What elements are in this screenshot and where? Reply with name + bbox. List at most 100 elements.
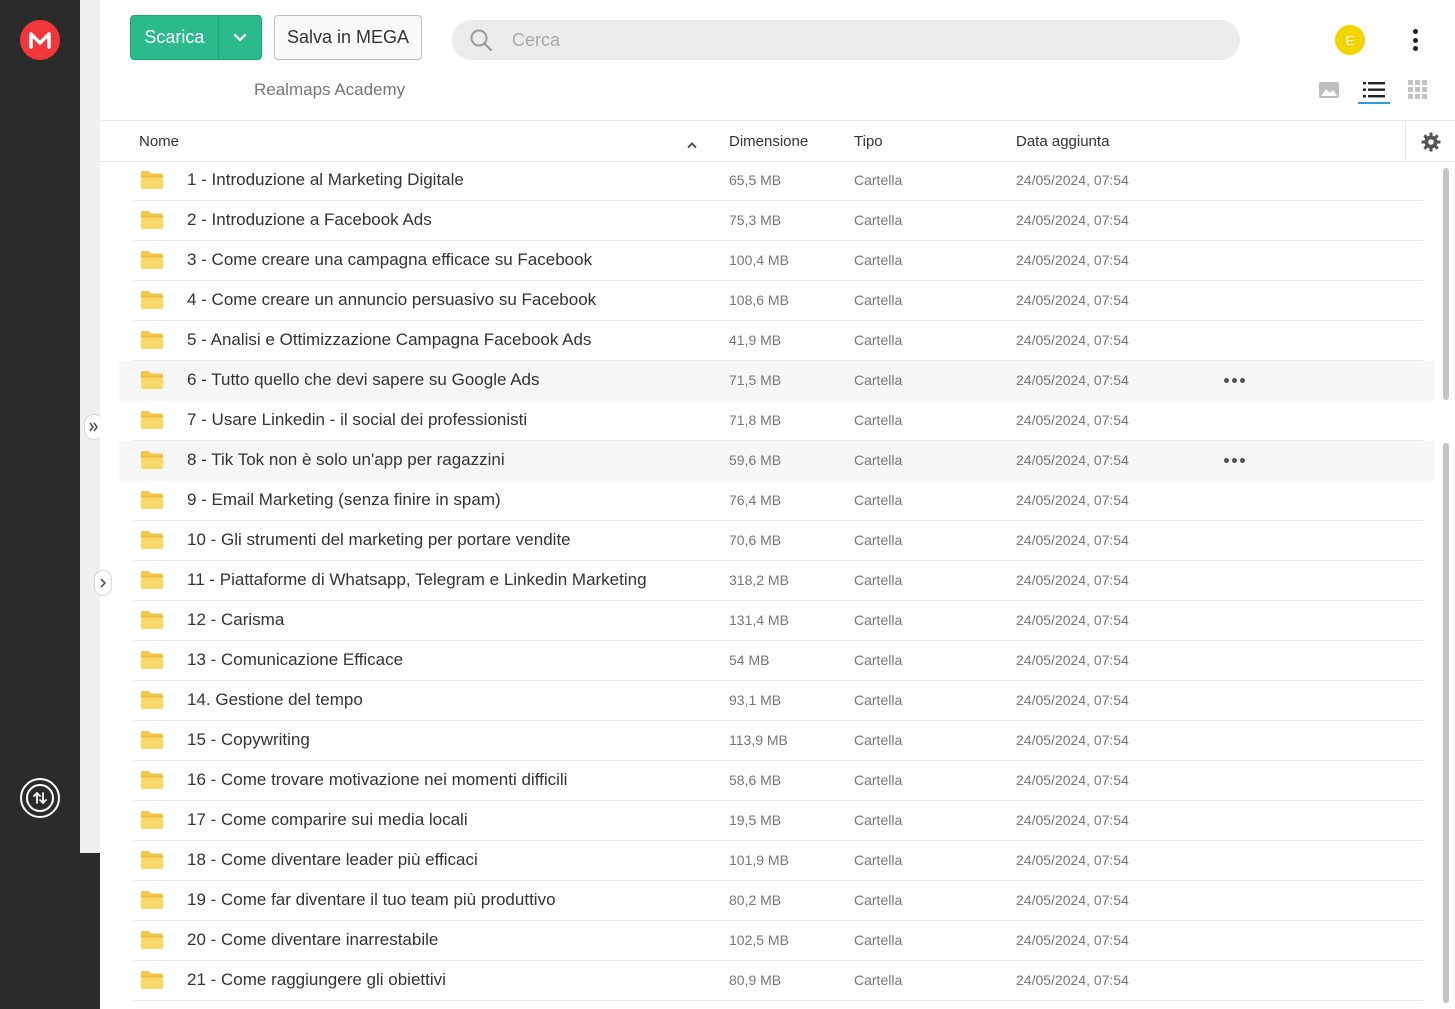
- download-options-dropdown[interactable]: [217, 16, 261, 59]
- file-name[interactable]: 1 - Introduzione al Marketing Digitale: [187, 170, 464, 190]
- search-input[interactable]: Cerca: [512, 30, 560, 51]
- table-row[interactable]: 11 - Piattaforme di Whatsapp, Telegram e…: [100, 561, 1440, 601]
- file-name[interactable]: 19 - Come far diventare il tuo team più …: [187, 890, 556, 910]
- file-date: 24/05/2024, 07:54: [1016, 412, 1129, 428]
- breadcrumb[interactable]: Realmaps Academy: [254, 80, 405, 100]
- file-name[interactable]: 18 - Come diventare leader più efficaci: [187, 850, 478, 870]
- table-row[interactable]: 3 - Come creare una campagna efficace su…: [100, 241, 1440, 281]
- file-date: 24/05/2024, 07:54: [1016, 892, 1129, 908]
- file-date: 24/05/2024, 07:54: [1016, 452, 1129, 468]
- scrollbar-thumb-secondary[interactable]: [1443, 443, 1449, 1003]
- folder-icon: [140, 410, 163, 430]
- table-row[interactable]: 20 - Come diventare inarrestabile 102,5 …: [100, 921, 1440, 961]
- file-date: 24/05/2024, 07:54: [1016, 212, 1129, 228]
- grid-view-icon[interactable]: [1408, 80, 1428, 100]
- table-row[interactable]: 21 - Come raggiungere gli obiettivi 80,9…: [100, 961, 1440, 1001]
- download-button[interactable]: Scarica: [130, 15, 262, 60]
- list-view-icon[interactable]: [1358, 78, 1390, 104]
- file-size: 71,8 MB: [729, 412, 782, 428]
- more-options-icon[interactable]: [1405, 26, 1425, 54]
- file-type: Cartella: [854, 412, 903, 428]
- table-row[interactable]: 4 - Come creare un annuncio persuasivo s…: [100, 281, 1440, 321]
- file-name[interactable]: 10 - Gli strumenti del marketing per por…: [187, 530, 571, 550]
- table-row[interactable]: 14. Gestione del tempo 93,1 MB Cartella …: [100, 681, 1440, 721]
- scrollbar[interactable]: [1443, 168, 1449, 1003]
- table-row[interactable]: 15 - Copywriting 113,9 MB Cartella 24/05…: [100, 721, 1440, 761]
- collapse-panel-button[interactable]: [94, 570, 112, 596]
- transfers-icon[interactable]: [20, 778, 60, 818]
- download-button-label[interactable]: Scarica: [131, 16, 218, 59]
- file-name[interactable]: 15 - Copywriting: [187, 730, 310, 750]
- file-size: 93,1 MB: [729, 692, 782, 708]
- file-name[interactable]: 8 - Tik Tok non è solo un'app per ragazz…: [187, 450, 505, 470]
- chevron-down-icon: [233, 33, 246, 42]
- table-row[interactable]: 2 - Introduzione a Facebook Ads 75,3 MB …: [100, 201, 1440, 241]
- table-row[interactable]: 7 - Usare Linkedin - il social dei profe…: [100, 401, 1440, 441]
- folder-icon: [140, 250, 163, 270]
- row-more-options-icon[interactable]: [1224, 458, 1245, 463]
- file-name[interactable]: 4 - Come creare un annuncio persuasivo s…: [187, 290, 596, 310]
- folder-icon: [140, 650, 163, 670]
- row-more-options-icon[interactable]: [1224, 378, 1245, 383]
- search-bar[interactable]: Cerca: [452, 20, 1240, 60]
- file-size: 54 MB: [729, 652, 770, 668]
- file-name[interactable]: 13 - Comunicazione Efficace: [187, 650, 403, 670]
- table-row[interactable]: 12 - Carisma 131,4 MB Cartella 24/05/202…: [100, 601, 1440, 641]
- file-size: 58,6 MB: [729, 772, 782, 788]
- column-name-header[interactable]: Nome: [139, 133, 179, 150]
- main-panel: Scarica Salva in MEGA Cerca E Realmaps A…: [100, 0, 1455, 1009]
- table-row[interactable]: 1 - Introduzione al Marketing Digitale 6…: [100, 161, 1440, 201]
- file-name[interactable]: 14. Gestione del tempo: [187, 690, 363, 710]
- file-name[interactable]: 21 - Come raggiungere gli obiettivi: [187, 970, 446, 990]
- chevron-right-icon: [100, 578, 107, 588]
- column-settings-button[interactable]: [1405, 121, 1455, 162]
- file-name[interactable]: 12 - Carisma: [187, 610, 284, 630]
- file-name[interactable]: 6 - Tutto quello che devi sapere su Goog…: [187, 370, 540, 390]
- file-size: 318,2 MB: [729, 572, 789, 588]
- mega-logo-icon[interactable]: [20, 20, 60, 60]
- folder-icon: [140, 290, 163, 310]
- file-size: 70,6 MB: [729, 532, 782, 548]
- table-row[interactable]: 18 - Come diventare leader più efficaci …: [100, 841, 1440, 881]
- file-type: Cartella: [854, 932, 903, 948]
- table-row[interactable]: 9 - Email Marketing (senza finire in spa…: [100, 481, 1440, 521]
- file-date: 24/05/2024, 07:54: [1016, 932, 1129, 948]
- avatar[interactable]: E: [1335, 25, 1365, 55]
- file-name[interactable]: 20 - Come diventare inarrestabile: [187, 930, 438, 950]
- scrollbar-thumb[interactable]: [1443, 168, 1449, 400]
- file-name[interactable]: 17 - Come comparire sui media locali: [187, 810, 468, 830]
- file-type: Cartella: [854, 772, 903, 788]
- folder-icon: [140, 690, 163, 710]
- file-name[interactable]: 11 - Piattaforme di Whatsapp, Telegram e…: [187, 570, 647, 590]
- save-to-mega-button[interactable]: Salva in MEGA: [274, 15, 422, 60]
- table-row[interactable]: 6 - Tutto quello che devi sapere su Goog…: [119, 361, 1435, 401]
- file-name[interactable]: 5 - Analisi e Ottimizzazione Campagna Fa…: [187, 330, 591, 350]
- file-date: 24/05/2024, 07:54: [1016, 292, 1129, 308]
- folder-icon: [140, 370, 163, 390]
- search-icon[interactable]: [452, 28, 504, 52]
- folder-icon: [140, 330, 163, 350]
- file-name[interactable]: 2 - Introduzione a Facebook Ads: [187, 210, 432, 230]
- file-name[interactable]: 9 - Email Marketing (senza finire in spa…: [187, 490, 501, 510]
- table-row[interactable]: 5 - Analisi e Ottimizzazione Campagna Fa…: [100, 321, 1440, 361]
- file-date: 24/05/2024, 07:54: [1016, 572, 1129, 588]
- table-row[interactable]: 19 - Come far diventare il tuo team più …: [100, 881, 1440, 921]
- file-name[interactable]: 7 - Usare Linkedin - il social dei profe…: [187, 410, 527, 430]
- file-name[interactable]: 3 - Come creare una campagna efficace su…: [187, 250, 592, 270]
- table-row[interactable]: 17 - Come comparire sui media locali 19,…: [100, 801, 1440, 841]
- table-row[interactable]: 8 - Tik Tok non è solo un'app per ragazz…: [119, 441, 1435, 481]
- column-type-header[interactable]: Tipo: [854, 133, 883, 150]
- file-type: Cartella: [854, 892, 903, 908]
- table-row[interactable]: 16 - Come trovare motivazione nei moment…: [100, 761, 1440, 801]
- thumbnail-view-icon[interactable]: [1318, 80, 1340, 100]
- file-name[interactable]: 16 - Come trovare motivazione nei moment…: [187, 770, 567, 790]
- sort-ascending-icon[interactable]: [686, 136, 698, 153]
- table-row[interactable]: 10 - Gli strumenti del marketing per por…: [100, 521, 1440, 561]
- table-row[interactable]: 13 - Comunicazione Efficace 54 MB Cartel…: [100, 641, 1440, 681]
- column-date-header[interactable]: Data aggiunta: [1016, 133, 1109, 150]
- file-date: 24/05/2024, 07:54: [1016, 732, 1129, 748]
- folder-icon: [140, 890, 163, 910]
- column-size-header[interactable]: Dimensione: [729, 133, 808, 150]
- file-date: 24/05/2024, 07:54: [1016, 652, 1129, 668]
- file-size: 71,5 MB: [729, 372, 782, 388]
